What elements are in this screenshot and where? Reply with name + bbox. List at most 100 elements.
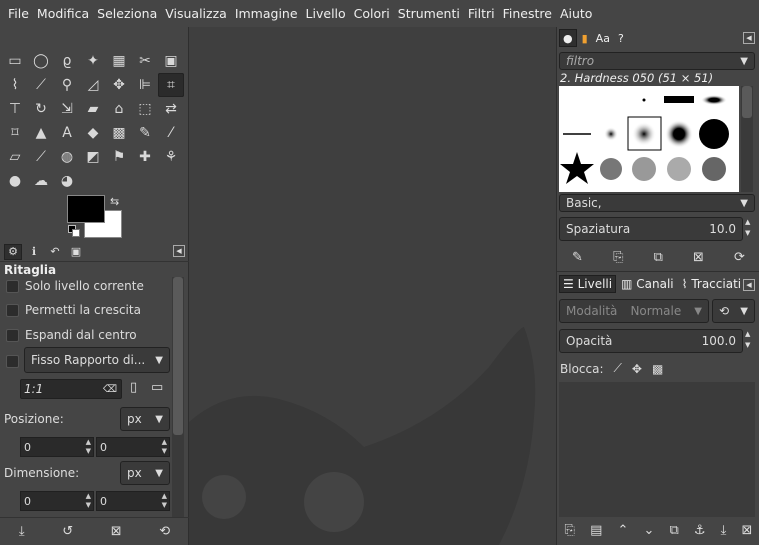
duplicate-layer-icon[interactable]: ⧉ (670, 523, 679, 538)
landscape-icon[interactable]: ▭ (151, 380, 163, 395)
paths-icon[interactable]: ⌇ (2, 73, 28, 97)
help-tab-icon[interactable]: ? (615, 29, 627, 47)
menu-livello[interactable]: Livello (302, 6, 350, 21)
zoom-icon[interactable]: ⚲ (54, 73, 80, 97)
foreground-select-icon[interactable]: ▣ (158, 49, 184, 73)
tab-channels[interactable]: ▥ Canali (618, 275, 677, 293)
position-x-spin[interactable]: 0 ▲ ▼ (20, 437, 94, 457)
text-icon[interactable]: A (54, 121, 80, 145)
spin-arrows-icon[interactable]: ▲ ▼ (745, 217, 750, 239)
spacing-slider[interactable]: Spaziatura 10.0 (559, 217, 743, 241)
smudge-icon[interactable]: ☁ (28, 169, 54, 193)
patterns-tab-icon[interactable]: ▮ (579, 29, 591, 47)
fuzzy-select-icon[interactable]: ✦ (80, 49, 106, 73)
airbrush-icon[interactable]: ⟋ (28, 145, 54, 169)
eraser-icon[interactable]: ▱ (2, 145, 28, 169)
lock-alpha-icon[interactable]: ▩ (652, 362, 663, 376)
refresh-brushes-icon[interactable]: ⟳ (734, 250, 745, 265)
brush-filter-input[interactable]: filtro ▼ (559, 52, 755, 70)
composite-mode-combo[interactable]: ⟲ ▼ (712, 299, 755, 323)
brush-grid[interactable] (559, 86, 739, 192)
images-tab-icon[interactable]: ▣ (67, 244, 85, 260)
select-by-color-icon[interactable]: ▦ (106, 49, 132, 73)
default-colors-icon[interactable] (68, 225, 80, 237)
unified-transform-icon[interactable]: ⊤ (2, 97, 28, 121)
opacity-slider[interactable]: Opacità 100.0 (559, 329, 743, 353)
scale-icon[interactable]: ⇲ (54, 97, 80, 121)
device-status-tab-icon[interactable]: ℹ (25, 244, 43, 260)
position-unit-combo[interactable]: px ▼ (120, 407, 170, 431)
delete-layer-icon[interactable]: ⊠ (742, 523, 753, 538)
rect-select-icon[interactable]: ▭ (2, 49, 28, 73)
reset-options-icon[interactable]: ⟲ (159, 524, 170, 539)
menu-colori[interactable]: Colori (350, 6, 394, 21)
new-layer-group-icon[interactable]: ▤ (590, 523, 602, 538)
handle-transform-icon[interactable]: ▲ (28, 121, 54, 145)
size-w-spin[interactable]: 0 ▲ ▼ (20, 491, 94, 511)
menu-aiuto[interactable]: Aiuto (556, 6, 597, 21)
clone-icon[interactable]: ⚑ (106, 145, 132, 169)
menu-strumenti[interactable]: Strumenti (394, 6, 464, 21)
color-picker-icon[interactable]: ⟋ (28, 73, 54, 97)
move-icon[interactable]: ✥ (106, 73, 132, 97)
spin-arrows-icon[interactable]: ▲ ▼ (745, 329, 750, 351)
brushes-tab-icon[interactable]: ● (559, 29, 577, 47)
allow-growing-checkbox[interactable]: Permetti la crescita (6, 303, 141, 317)
dodge-burn-icon[interactable]: ◕ (54, 169, 80, 193)
menu-immagine[interactable]: Immagine (231, 6, 302, 21)
tab-paths[interactable]: ⌇ Tracciati (679, 275, 744, 293)
dock-menu-icon[interactable]: ◀ (743, 32, 755, 44)
spin-arrows-icon[interactable]: ▲ ▼ (86, 438, 91, 456)
align-icon[interactable]: ⊫ (132, 73, 158, 97)
dock-menu-icon[interactable]: ◀ (743, 279, 755, 291)
foreground-color-swatch[interactable] (67, 195, 105, 223)
scissors-icon[interactable]: ✂ (132, 49, 158, 73)
rotate-icon[interactable]: ↻ (28, 97, 54, 121)
undo-history-tab-icon[interactable]: ↶ (46, 244, 64, 260)
brush-preset-combo[interactable]: Basic, ▼ (559, 194, 755, 212)
menu-finestre[interactable]: Finestre (499, 6, 556, 21)
lock-pixels-icon[interactable]: ⟋ (614, 361, 622, 376)
size-unit-combo[interactable]: px ▼ (120, 461, 170, 485)
edit-brush-icon[interactable]: ✎ (572, 250, 583, 265)
lock-position-icon[interactable]: ✥ (632, 362, 642, 376)
layers-list[interactable] (559, 382, 755, 517)
lower-layer-icon[interactable]: ⌄ (643, 523, 654, 538)
spin-arrows-icon[interactable]: ▲ ▼ (86, 492, 91, 510)
fixed-mode-combo[interactable]: Fisso Rapporto di... ▼ (24, 347, 170, 373)
menu-visualizza[interactable]: Visualizza (161, 6, 231, 21)
duplicate-brush-icon[interactable]: ⧉ (654, 250, 663, 265)
spin-arrows-icon[interactable]: ▲ ▼ (162, 492, 167, 510)
warp-icon[interactable]: ⌑ (2, 121, 28, 145)
pattern-icon[interactable]: ▩ (106, 121, 132, 145)
measure-icon[interactable]: ◿ (80, 73, 106, 97)
merge-layer-icon[interactable]: ⤓ (721, 523, 727, 538)
pencil-icon[interactable]: ✎ (132, 121, 158, 145)
free-select-icon[interactable]: ϱ (54, 49, 80, 73)
fixed-checkbox[interactable] (6, 355, 19, 368)
menu-filtri[interactable]: Filtri (464, 6, 499, 21)
expand-from-center-checkbox[interactable]: Espandi dal centro (6, 328, 137, 342)
new-layer-icon[interactable]: ⎘ (565, 523, 575, 538)
dock-menu-icon[interactable]: ◀ (173, 245, 185, 257)
menu-seleziona[interactable]: Seleziona (93, 6, 161, 21)
current-layer-only-checkbox[interactable]: Solo livello corrente (6, 279, 144, 293)
tool-options-tab-icon[interactable]: ⚙ (4, 243, 22, 260)
delete-brush-icon[interactable]: ⊠ (693, 250, 704, 265)
raise-layer-icon[interactable]: ⌃ (617, 523, 628, 538)
bucket-fill-icon[interactable]: ◆ (80, 121, 106, 145)
heal-icon[interactable]: ✚ (132, 145, 158, 169)
ellipse-select-icon[interactable]: ◯ (28, 49, 54, 73)
cage-transform-icon[interactable]: ⌂ (106, 97, 132, 121)
menu-modifica[interactable]: Modifica (33, 6, 93, 21)
save-options-icon[interactable]: ⤓ (19, 524, 25, 539)
layer-mode-combo[interactable]: Modalità Normale ▼ (559, 299, 709, 323)
perspective-clone-icon[interactable]: ⚘ (158, 145, 184, 169)
fonts-tab-icon[interactable]: Aa (593, 29, 613, 47)
size-h-spin[interactable]: 0 ▲ ▼ (96, 491, 170, 511)
shear-icon[interactable]: ▰ (80, 97, 106, 121)
brush-grid-scrollbar[interactable] (741, 86, 753, 192)
gradient-icon[interactable]: ◩ (80, 145, 106, 169)
delete-options-icon[interactable]: ⊠ (111, 524, 122, 539)
portrait-icon[interactable]: ▯ (130, 380, 137, 395)
